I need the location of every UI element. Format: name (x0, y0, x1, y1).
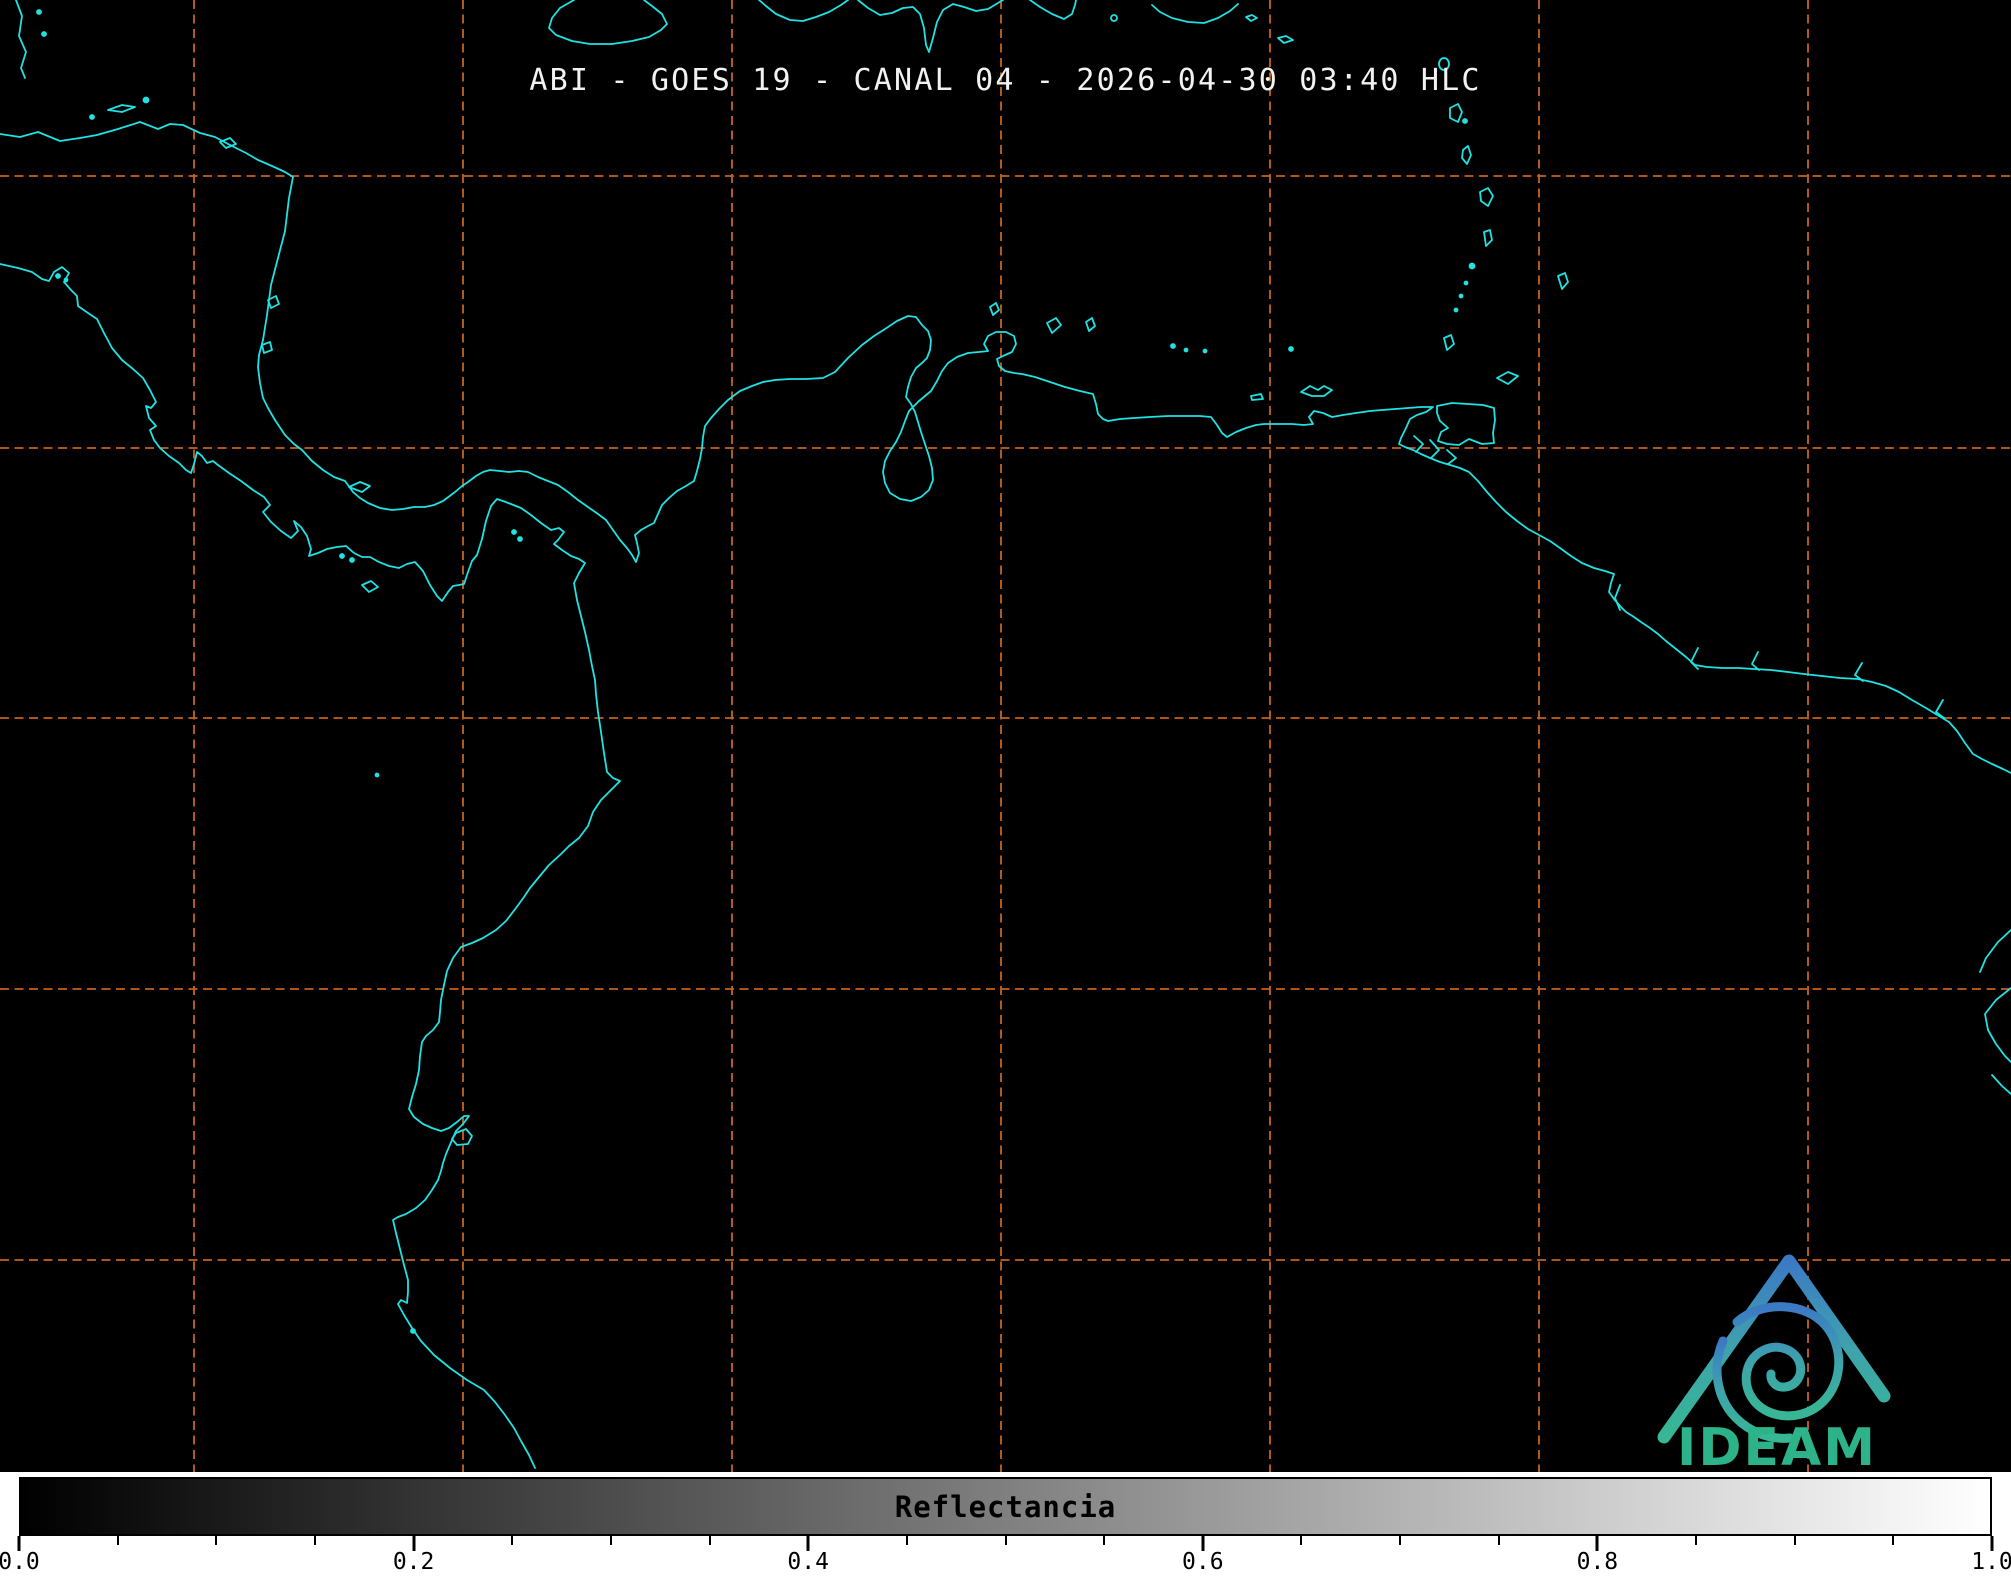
colorbar-minor-tick (905, 1536, 908, 1545)
island-la-blanquilla (1288, 346, 1294, 352)
island-cay (41, 31, 47, 37)
coastline-pacific-mainland (0, 263, 621, 1469)
island-st-croix (1277, 35, 1294, 44)
colorbar-minor-tick (1004, 1536, 1007, 1545)
colorbar-minor-tick (609, 1536, 612, 1545)
island-fonseca (55, 273, 61, 279)
colorbar-tick-label: 0.8 (1576, 1549, 1619, 1575)
island-grenada (1443, 334, 1455, 351)
colorbar-minor-tick (1793, 1536, 1796, 1545)
island-mona (1110, 14, 1118, 22)
map-area: IDEAM ABI - GOES 19 - CANAL 04 - 2026-04… (0, 0, 2011, 1472)
colorbar-minor-tick (1497, 1536, 1500, 1545)
colorbar: Reflectancia (19, 1477, 1992, 1536)
island-guanaja (142, 96, 150, 104)
colorbar-minor-tick (1695, 1536, 1698, 1545)
colorbar-tick-label: 0.0 (0, 1549, 40, 1575)
colorbar-minor-tick (708, 1536, 711, 1545)
island-lobos (410, 1328, 416, 1334)
coastlines-layer (0, 0, 2011, 1469)
coast-lagoon (261, 341, 273, 354)
island-las-perlas (517, 536, 523, 542)
island-barbados (1557, 272, 1569, 290)
island-fonseca (63, 277, 69, 283)
island-curacao (1046, 317, 1062, 334)
colorbar-minor-tick (215, 1536, 218, 1545)
island-hispaniola-west (758, 0, 849, 22)
island-dominica (1461, 145, 1472, 165)
island-utila (89, 114, 95, 120)
island-trinidad (1436, 402, 1496, 446)
ideam-logo: IDEAM (1657, 1254, 1891, 1472)
island-martinique (1479, 187, 1494, 207)
island-la-tortuga (1250, 393, 1264, 401)
island-st-vincent (1468, 262, 1476, 270)
island-hispaniola-east (1029, 0, 1077, 20)
colorbar-minor-tick (116, 1536, 119, 1545)
island-marie-galante (1462, 118, 1468, 124)
island-chiriqui (349, 557, 355, 563)
river-mouth-hooks (1614, 584, 1945, 719)
colorbar-minor-tick (1399, 1536, 1402, 1545)
island-tobago (1496, 371, 1519, 385)
island-jamaica (548, 0, 668, 45)
colorbar-minor-tick (511, 1536, 514, 1545)
satellite-image-viewer: IDEAM ABI - GOES 19 - CANAL 04 - 2026-04… (0, 0, 2011, 1577)
island-malpelo (374, 772, 380, 778)
colorbar-tick-label: 1.0 (1971, 1549, 2011, 1575)
island-guadeloupe (1449, 103, 1463, 123)
island-coiba (361, 580, 379, 593)
island-bonaire (1085, 317, 1096, 332)
island-grenadines (1458, 293, 1464, 299)
colorbar-minor-tick (313, 1536, 316, 1545)
colorbar-tick-label: 0.4 (787, 1549, 829, 1575)
island-hispaniola-south (857, 0, 1004, 53)
logo-text: IDEAM (1677, 1418, 1877, 1472)
island-puerto-rico (1151, 3, 1239, 24)
colorbar-minor-tick (1300, 1536, 1303, 1545)
colorbar-ticks: 0.0 0.2 0.4 0.6 0.8 1.0 (0, 1536, 2011, 1577)
island-chiriqui (339, 553, 345, 559)
island-aruba (989, 302, 1000, 316)
island-margarita (1300, 385, 1333, 397)
island-grenadines (1453, 307, 1459, 313)
island-las-perlas (511, 529, 517, 535)
colorbar-minor-tick (1103, 1536, 1106, 1545)
product-title: ABI - GOES 19 - CANAL 04 - 2026-04-30 03… (529, 63, 1482, 98)
island-los-roques (1170, 343, 1176, 349)
colorbar-minor-tick (1892, 1536, 1895, 1545)
gridlines-layer (0, 0, 2011, 1472)
map-canvas: IDEAM (0, 0, 2011, 1472)
island-grenadines (1463, 280, 1469, 286)
island-st-lucia (1483, 229, 1493, 247)
island-la-orchila (1202, 348, 1208, 354)
island-los-roques (1183, 347, 1189, 353)
island-vieques (1245, 14, 1258, 22)
coastline-amazon-estuary (1979, 929, 2011, 1095)
colorbar-tick-label: 0.6 (1182, 1549, 1224, 1575)
island-cay (36, 9, 42, 15)
colorbar-tick-label: 0.2 (392, 1549, 435, 1575)
colorbar-label: Reflectancia (894, 1489, 1117, 1524)
island-roatan (107, 104, 136, 113)
